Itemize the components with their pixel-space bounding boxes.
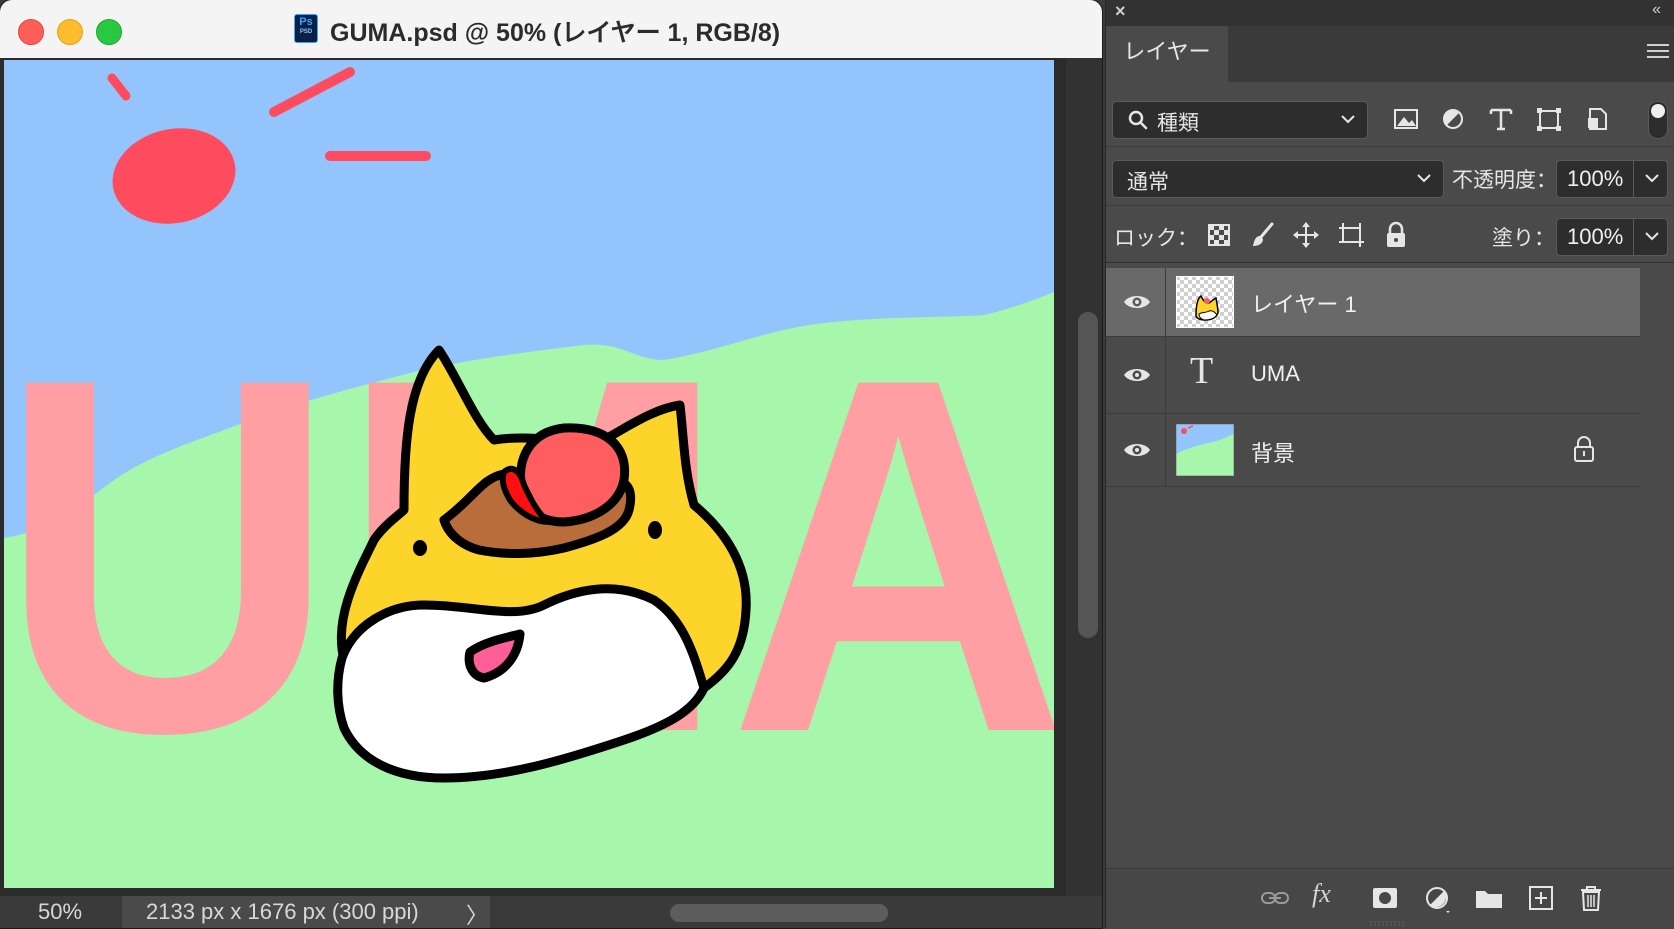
- document-title: GUMA.psd @ 50% (レイヤー 1, RGB/8): [330, 19, 781, 47]
- layer-thumbnail-layer1[interactable]: [1176, 276, 1234, 328]
- zoom-level[interactable]: 50%: [38, 899, 82, 925]
- new-layer-icon[interactable]: [1524, 881, 1558, 915]
- new-group-folder-icon[interactable]: [1472, 881, 1506, 915]
- chevron-down-icon: [1417, 174, 1431, 183]
- smart-object-filter-icon[interactable]: [1580, 101, 1614, 137]
- layers-panel: × « レイヤー 種類 通常 不透明度： 100% ロック： 塗り： 100% …: [1105, 0, 1674, 929]
- filter-toggle-switch[interactable]: [1648, 101, 1668, 139]
- chevron-down-icon[interactable]: [1643, 225, 1661, 247]
- layer-row-background[interactable]: 背景: [1106, 414, 1640, 487]
- lock-transparency-icon[interactable]: [1202, 218, 1236, 252]
- status-bar: 50% 2133 px x 1676 px (300 ppi) 〉: [0, 896, 1102, 928]
- layer-row-layer1[interactable]: レイヤー 1: [1106, 268, 1640, 337]
- divider: [1106, 205, 1674, 206]
- visibility-eye-icon[interactable]: [1122, 440, 1152, 460]
- lock-artboard-icon[interactable]: [1334, 218, 1368, 252]
- fill-label: 塗り：: [1492, 227, 1555, 250]
- canvas-artwork[interactable]: UMA: [4, 60, 1054, 888]
- shape-filter-icon[interactable]: [1532, 101, 1566, 137]
- fill-value: 100%: [1567, 224, 1624, 249]
- visibility-eye-icon[interactable]: [1122, 365, 1152, 385]
- add-layer-mask-icon[interactable]: [1368, 881, 1402, 915]
- lock-pixels-brush-icon[interactable]: [1246, 218, 1280, 252]
- title-bar: Ps PSD GUMA.psd @ 50% (レイヤー 1, RGB/8): [0, 0, 1102, 59]
- canvas-area[interactable]: UMA: [0, 58, 1102, 896]
- document-info: 2133 px x 1676 px (300 ppi): [146, 899, 419, 924]
- adjustment-filter-icon[interactable]: [1436, 101, 1470, 137]
- layer-filter-label: 種類: [1157, 112, 1199, 135]
- status-menu-chevron-icon[interactable]: 〉: [466, 898, 488, 928]
- psd-file-icon: Ps PSD: [294, 14, 318, 43]
- chevron-down-icon[interactable]: [1643, 167, 1661, 189]
- layer-name-background[interactable]: 背景: [1251, 436, 1295, 468]
- blend-mode-select[interactable]: 通常: [1112, 160, 1444, 198]
- lock-all-icon[interactable]: [1379, 218, 1413, 252]
- visibility-eye-icon[interactable]: [1122, 292, 1152, 312]
- adjustment-layer-icon[interactable]: [1420, 881, 1454, 915]
- psd-icon-label: Ps: [299, 16, 313, 28]
- chevron-down-icon: [1341, 115, 1355, 124]
- panel-collapse-icon[interactable]: «: [1652, 1, 1661, 19]
- layer-lock-icon[interactable]: [1572, 435, 1596, 463]
- layer-name-uma[interactable]: UMA: [1251, 361, 1300, 387]
- fill-field[interactable]: 100%: [1556, 218, 1668, 256]
- psd-icon-sublabel: PSD: [299, 29, 313, 35]
- layer-filter-select[interactable]: 種類: [1112, 101, 1368, 139]
- search-icon: [1128, 110, 1148, 130]
- type-layer-t-icon: T: [1190, 350, 1214, 392]
- panel-resize-grip[interactable]: [1368, 921, 1408, 927]
- blend-mode-value: 通常: [1127, 171, 1169, 194]
- divider: [1106, 146, 1674, 147]
- document-window: Ps PSD GUMA.psd @ 50% (レイヤー 1, RGB/8) UM…: [0, 0, 1102, 928]
- panel-top-bar: × «: [1106, 0, 1674, 26]
- layer-name-layer1[interactable]: レイヤー 1: [1251, 287, 1357, 319]
- horizontal-scrollbar-thumb[interactable]: [670, 904, 888, 922]
- link-layers-icon[interactable]: [1258, 881, 1292, 915]
- window-close-button[interactable]: [18, 19, 44, 45]
- layer-row-uma[interactable]: T UMA: [1106, 337, 1640, 414]
- panel-menu-icon[interactable]: [1647, 44, 1669, 62]
- type-filter-icon[interactable]: [1484, 101, 1518, 137]
- divider: [1106, 262, 1674, 263]
- panel-close-icon[interactable]: ×: [1115, 1, 1126, 22]
- vertical-scrollbar-thumb[interactable]: [1078, 312, 1098, 638]
- panel-tab-row: レイヤー: [1106, 26, 1674, 82]
- tab-layers[interactable]: レイヤー: [1106, 26, 1228, 82]
- layer-thumbnail-background[interactable]: [1176, 424, 1234, 476]
- opacity-field[interactable]: 100%: [1556, 160, 1668, 198]
- opacity-label: 不透明度：: [1452, 169, 1557, 192]
- lock-label: ロック：: [1114, 227, 1198, 250]
- window-maximize-button[interactable]: [96, 19, 122, 45]
- delete-layer-trash-icon[interactable]: [1574, 881, 1608, 915]
- layer-style-fx-icon[interactable]: fx: [1312, 879, 1346, 913]
- layers-bottom-toolbar: fx: [1106, 868, 1674, 929]
- opacity-value: 100%: [1567, 166, 1624, 191]
- window-minimize-button[interactable]: [57, 19, 83, 45]
- image-filter-icon[interactable]: [1389, 101, 1423, 137]
- lock-position-move-icon[interactable]: [1289, 218, 1323, 252]
